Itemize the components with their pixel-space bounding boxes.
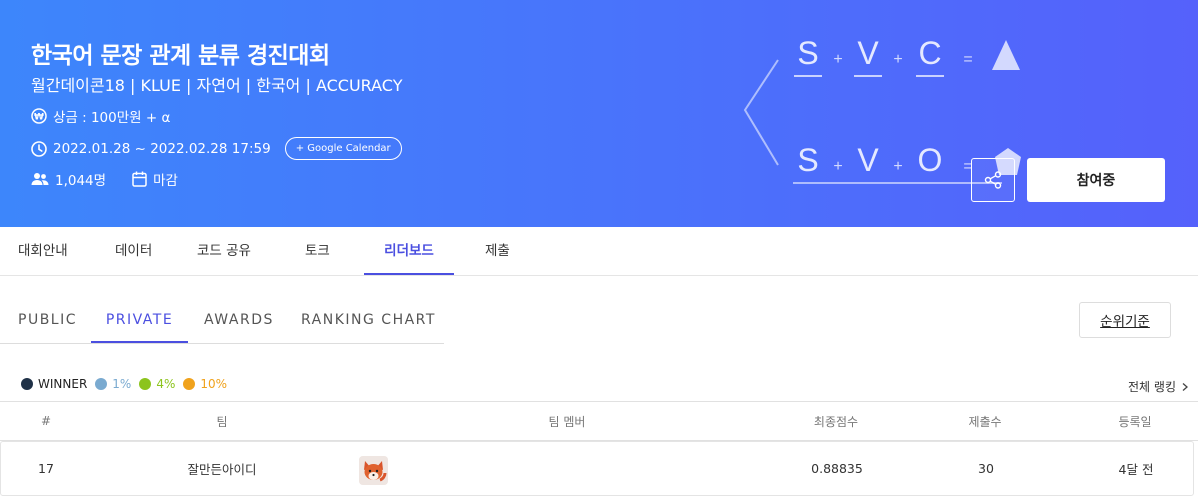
meta-info: 1,044명 마감 xyxy=(31,169,204,189)
share-button[interactable] xyxy=(971,158,1015,202)
competition-banner: 한국어 문장 관계 분류 경진대회 월간데이콘18 | KLUE | 자연어 |… xyxy=(0,0,1198,227)
legend-winner: WINNER xyxy=(21,377,87,391)
fox-avatar-icon xyxy=(359,456,388,485)
competition-title: 한국어 문장 관계 분류 경진대회 xyxy=(31,43,330,69)
header-score: 최종점수 xyxy=(813,414,859,429)
google-calendar-button[interactable]: + Google Calendar xyxy=(284,137,402,160)
full-ranking-link[interactable]: 전체 랭킹 xyxy=(1128,378,1190,395)
top1-dot-icon xyxy=(95,378,108,390)
status-text: 마감 xyxy=(153,173,178,189)
competition-tags: 월간데이콘18 | KLUE | 자연어 | 한국어 | ACCURACY xyxy=(31,76,403,95)
row-score: 0.88835 xyxy=(811,461,863,476)
period-text: 2022.01.28 ~ 2022.02.28 17:59 xyxy=(53,140,271,157)
formula-symbol: O xyxy=(918,142,943,178)
formula-symbol: V xyxy=(857,142,879,178)
formula-symbol: V xyxy=(857,35,879,71)
tab-private[interactable]: PRIVATE xyxy=(91,299,188,343)
formula-symbol: C xyxy=(918,35,941,71)
prize-text: 상금 : 100만원 + α xyxy=(53,110,171,126)
legend-top-10: 10% xyxy=(183,377,227,391)
top10-dot-icon xyxy=(183,378,196,390)
leaderboard-sub-tabs: PUBLIC PRIVATE AWARDS RANKING CHART xyxy=(0,299,444,344)
tab-leaderboard[interactable]: 리더보드 xyxy=(364,227,454,275)
formula-symbol: S xyxy=(797,142,818,178)
tab-submit[interactable]: 제출 xyxy=(485,227,510,275)
rank-legend: WINNER 1% 4% 10% xyxy=(21,377,235,391)
won-coin-icon: ₩ xyxy=(31,108,47,124)
participants-count: 1,044명 xyxy=(55,173,107,189)
row-registered: 4달 전 xyxy=(1118,462,1154,477)
table-row[interactable]: 17 잘만든아이디 0.88835 30 4달 전 xyxy=(0,441,1194,496)
formula-operator: + xyxy=(893,51,902,68)
leaderboard-header: # 팀 팀 멤버 최종점수 제출수 등록일 xyxy=(0,401,1198,441)
formula-operator: + xyxy=(893,158,902,175)
formula-operator: + xyxy=(833,158,842,175)
formula-operator: + xyxy=(833,51,842,68)
chevron-right-icon xyxy=(1182,382,1188,391)
join-button[interactable]: 참여중 xyxy=(1027,158,1165,202)
formula-bottom-row: S + V + O = xyxy=(797,142,972,178)
header-rank: # xyxy=(40,414,52,428)
header-registered: 등록일 xyxy=(1118,414,1152,429)
tab-public[interactable]: PUBLIC xyxy=(18,299,77,343)
participants: 1,044명 xyxy=(31,169,106,189)
tab-data[interactable]: 데이터 xyxy=(115,227,152,275)
tab-code-share[interactable]: 코드 공유 xyxy=(197,227,251,275)
header-submissions: 제출수 xyxy=(968,414,1002,429)
top4-dot-icon xyxy=(139,378,152,390)
clock-icon xyxy=(31,140,47,157)
tab-overview[interactable]: 대회안내 xyxy=(18,227,68,275)
main-tabs: 대회안내 데이터 코드 공유 토크 리더보드 제출 xyxy=(0,227,1198,276)
tab-talk[interactable]: 토크 xyxy=(305,227,330,275)
calendar-icon xyxy=(132,171,147,187)
member-avatar[interactable] xyxy=(359,456,388,485)
formula-symbol: S xyxy=(797,35,818,71)
people-icon xyxy=(31,172,49,186)
share-icon xyxy=(984,171,1002,189)
tab-ranking-chart[interactable]: RANKING CHART xyxy=(301,299,436,343)
triangle-shape xyxy=(992,40,1020,70)
header-members: 팀 멤버 xyxy=(548,414,586,429)
legend-top-4: 4% xyxy=(139,377,175,391)
status: 마감 xyxy=(132,169,178,189)
row-team-name[interactable]: 잘만든아이디 xyxy=(187,442,256,495)
formula-top-row: S + V + C = xyxy=(794,35,973,77)
row-rank: 17 xyxy=(38,461,54,476)
winner-dot-icon xyxy=(21,378,33,390)
tab-awards[interactable]: AWARDS xyxy=(204,299,274,343)
legend-top-1: 1% xyxy=(95,377,131,391)
svg-text:₩: ₩ xyxy=(34,113,44,123)
full-ranking-label: 전체 랭킹 xyxy=(1128,380,1176,394)
prize-info: ₩ 상금 : 100만원 + α xyxy=(31,106,170,126)
row-submissions: 30 xyxy=(978,461,994,476)
header-team: 팀 xyxy=(216,414,228,429)
period-info: 2022.01.28 ~ 2022.02.28 17:59 + Google C… xyxy=(31,137,402,160)
formula-operator: = xyxy=(963,51,972,68)
ranking-criteria-button[interactable]: 순위기준 xyxy=(1079,302,1171,338)
